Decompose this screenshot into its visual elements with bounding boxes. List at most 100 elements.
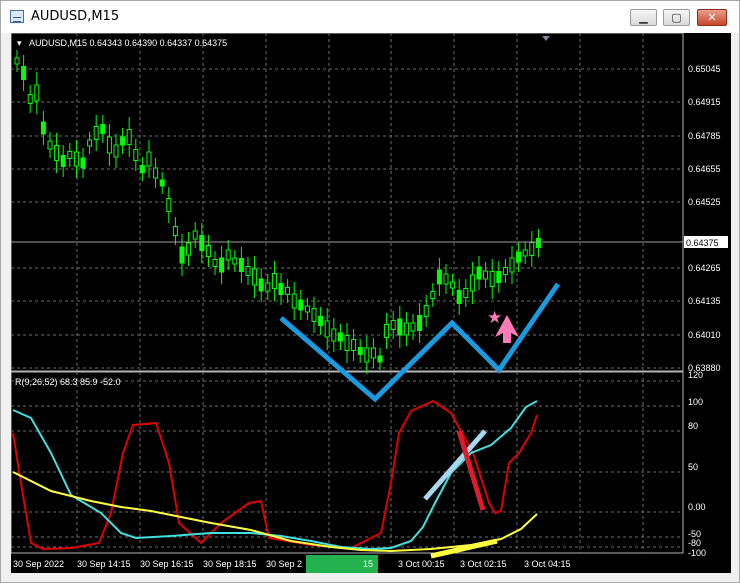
candle-body [370, 347, 376, 359]
price-tick-label: 0.64785 [688, 131, 721, 141]
time-tick-label: 3 Oct 04:15 [524, 559, 571, 569]
candle-body [205, 245, 211, 257]
candle-body [304, 305, 310, 313]
candle-body [298, 299, 304, 311]
candle-body [21, 66, 27, 80]
candle-body [417, 315, 423, 331]
candle-body [219, 257, 225, 273]
candle-body [126, 129, 132, 145]
candle-body [27, 94, 33, 104]
candle-body [120, 136, 126, 146]
candle-body [337, 332, 343, 342]
candle-body [397, 318, 403, 336]
chart-collapse-icon[interactable]: ▾ [17, 38, 22, 48]
indicator-tick-label: -80 [688, 538, 701, 548]
chart-area[interactable]: ★ ▾ AUDUSD,M15 0.64343 0.64390 0.64337 0… [11, 33, 731, 573]
candle-body [318, 316, 324, 326]
candle-body [502, 267, 508, 275]
title-bar[interactable]: AUDUSD,M15 ▁ ▢ ✕ [1, 1, 739, 33]
candle-body [285, 287, 291, 295]
current-price-label: 0.64375 [686, 238, 719, 248]
candle-body [410, 322, 416, 332]
candle-body [245, 266, 251, 276]
candle-body [357, 347, 363, 355]
maximize-button[interactable]: ▢ [663, 9, 690, 26]
time-tick-label: 3 Oct 02:15 [460, 559, 507, 569]
candle-body [509, 257, 515, 273]
candle-body [93, 126, 99, 140]
chart-window-icon [10, 10, 24, 23]
candle-body [522, 249, 528, 257]
price-tick-label: 0.64525 [688, 197, 721, 207]
time-tick-label: 30 Sep 2022 [13, 559, 64, 569]
time-tick-label: 30 Sep 14:15 [77, 559, 131, 569]
candle-body [351, 339, 357, 351]
candle-body [133, 149, 139, 161]
star-icon: ★ [487, 308, 502, 328]
candle-body [258, 278, 264, 292]
candle-body [232, 257, 238, 265]
candle-body [100, 124, 106, 134]
candle-body [271, 273, 277, 289]
candle-body [436, 269, 442, 285]
indicator-tick-label: 50 [688, 462, 698, 472]
candle-body [159, 179, 165, 187]
candle-body [212, 259, 218, 267]
window-title: AUDUSD,M15 [31, 9, 120, 24]
candle-body [516, 251, 522, 263]
price-tick-label: 0.65045 [688, 64, 721, 74]
candle-body [390, 320, 396, 330]
candle-body [324, 320, 330, 338]
time-tick-label: 30 Sep 2 [266, 559, 302, 569]
price-tick-label: 0.64655 [688, 164, 721, 174]
candle-body [87, 139, 93, 147]
time-axis: 30 Sep 2022 30 Sep 14:15 30 Sep 16:15 30 Se… [13, 559, 571, 569]
candle-body [146, 151, 152, 167]
candle-body [34, 84, 40, 102]
candle-body [489, 271, 495, 287]
candle-body [403, 322, 409, 336]
terminal-window: AUDUSD,M15 ▁ ▢ ✕ ★ ▾ AUDUSD,M15 0.64343 … [0, 0, 740, 583]
minimize-button[interactable]: ▁ [630, 9, 657, 26]
candle-body [113, 144, 119, 158]
indicator-tick-label: 100 [688, 397, 703, 407]
candle-body [456, 290, 462, 304]
chart-background [11, 33, 731, 573]
candle-body [463, 288, 469, 298]
candle-body [73, 151, 79, 167]
price-tick-label: 0.64010 [688, 330, 721, 340]
candle-body [139, 165, 145, 173]
time-tick-label: 3 Oct 00:15 [398, 559, 445, 569]
candle-body [186, 242, 192, 256]
candle-body [225, 249, 231, 261]
candle-body [278, 283, 284, 295]
candle-body [192, 230, 198, 240]
candle-body [80, 157, 86, 169]
candle-body [450, 281, 456, 289]
candle-body [106, 136, 112, 154]
price-tick-label: 0.64135 [688, 296, 721, 306]
candle-body [54, 145, 60, 161]
time-tick-label: 30 Sep 18:15 [203, 559, 257, 569]
candle-body [476, 266, 482, 280]
candle-body [496, 271, 502, 283]
indicator-label: R(9,26,52) 68.3 85.9 -52.0 [15, 377, 121, 387]
candle-body [199, 235, 205, 251]
candle-body [364, 347, 370, 363]
candle-body [47, 140, 53, 150]
candle-body [384, 324, 390, 338]
candle-body [40, 121, 46, 135]
time-tick-label: 15 [363, 559, 373, 569]
price-tick-label: 0.64915 [688, 97, 721, 107]
candle-body [291, 293, 297, 309]
indicator-tick-label: 0.00 [688, 502, 706, 512]
candle-body [179, 246, 185, 264]
candle-body [443, 273, 449, 285]
candle-body [311, 308, 317, 322]
candle-body [252, 268, 258, 286]
candle-body [67, 151, 73, 159]
candle-body [529, 242, 535, 256]
candle-body [469, 274, 475, 292]
close-button[interactable]: ✕ [697, 9, 727, 26]
time-tick-label: 30 Sep 16:15 [140, 559, 194, 569]
